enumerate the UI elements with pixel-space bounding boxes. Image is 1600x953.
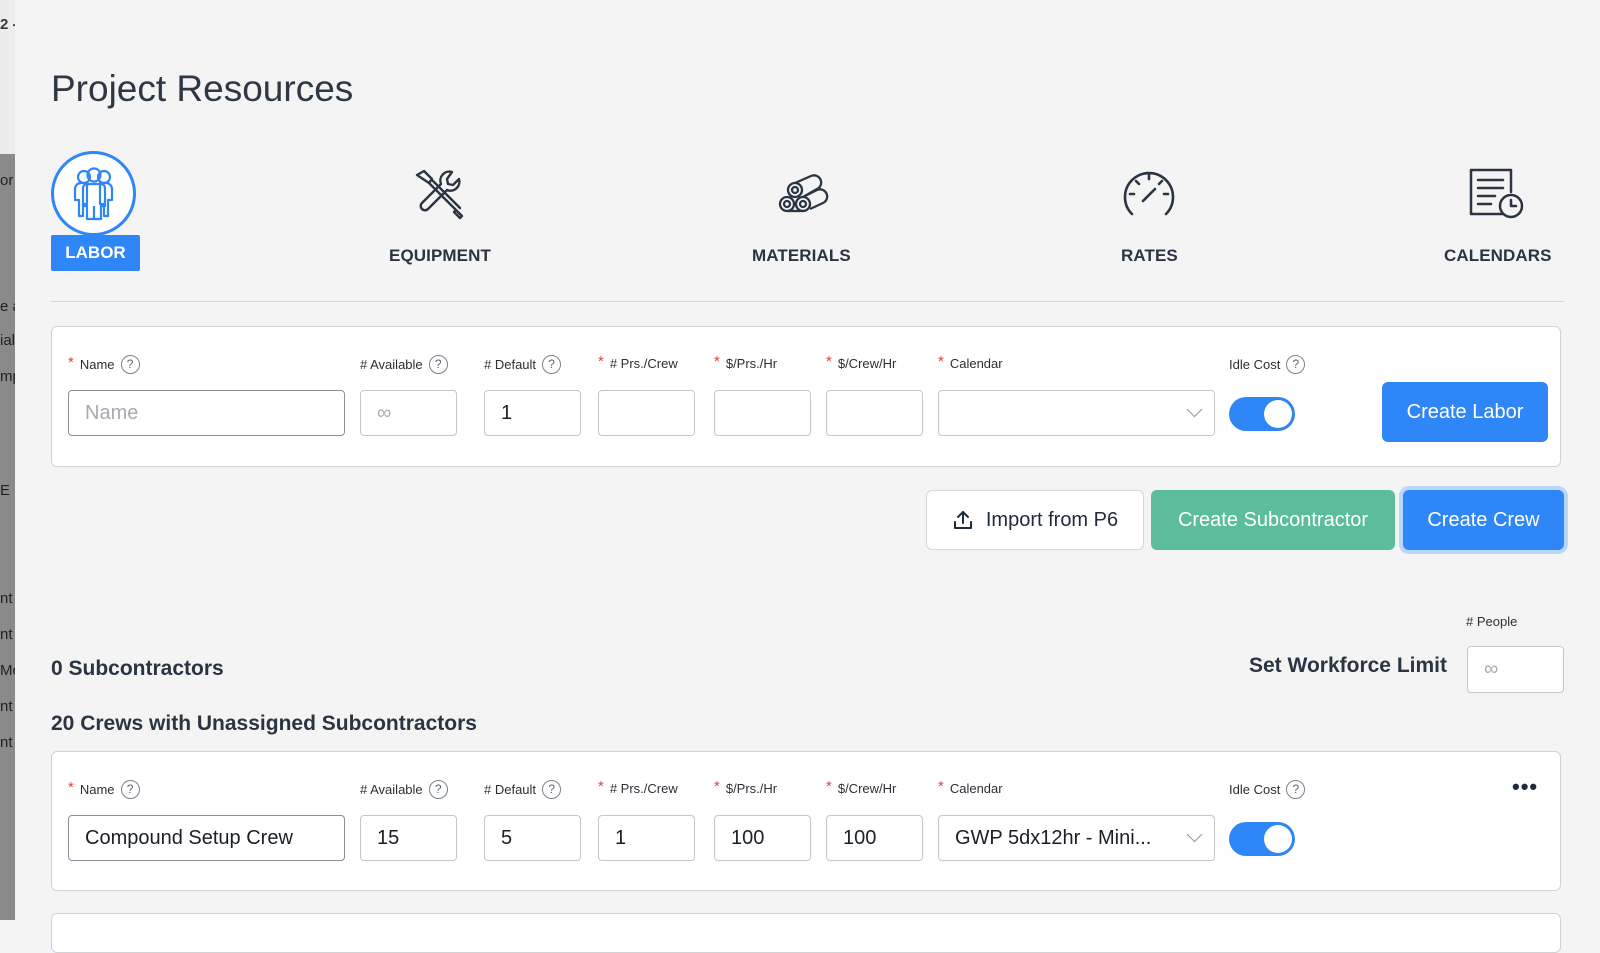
available-input[interactable]: 15	[360, 815, 457, 861]
help-icon[interactable]: ?	[120, 355, 140, 374]
prs-hr-input[interactable]: 100	[714, 815, 811, 861]
idle-cost-label: Idle Cost?	[1229, 780, 1306, 799]
help-icon[interactable]: ?	[428, 355, 448, 374]
crew-row	[51, 913, 1561, 953]
subcontractors-heading: 0 Subcontractors	[51, 657, 224, 680]
create-subcontractor-button[interactable]: Create Subcontractor	[1151, 490, 1395, 550]
background-text-fragment: nt	[0, 734, 13, 751]
available-input[interactable]: ∞	[360, 390, 457, 436]
import-p6-label: Import from P6	[985, 508, 1119, 531]
help-icon[interactable]: ?	[1286, 780, 1306, 799]
available-label: # Available?	[360, 780, 448, 799]
workforce-limit-input[interactable]: ∞	[1467, 646, 1564, 693]
crew-hr-input[interactable]	[826, 390, 923, 436]
default-input[interactable]: 5	[484, 815, 581, 861]
prs-crew-input[interactable]: 1	[598, 815, 695, 861]
background-text-fragment: or	[0, 172, 14, 189]
name-label: * Name?	[68, 354, 140, 374]
create-crew-button[interactable]: Create Crew	[1403, 490, 1564, 550]
help-icon[interactable]: ?	[542, 355, 562, 374]
crew-hr-label: * $/Crew/Hr	[826, 778, 897, 796]
background-text-fragment: e a	[0, 298, 15, 315]
prs-crew-input[interactable]	[598, 390, 695, 436]
chevron-down-icon	[1186, 826, 1203, 843]
background-text-fragment: 2 -	[0, 16, 15, 33]
document-clock-icon	[1469, 168, 1524, 219]
tab-calendars-label: CALENDARS	[1444, 246, 1552, 265]
speedometer-icon	[1123, 171, 1175, 216]
unassigned-crews-heading: 20 Crews with Unassigned Subcontractors	[51, 712, 477, 735]
default-label: # Default?	[484, 355, 562, 374]
materials-pipes-icon	[778, 174, 829, 213]
idle-cost-toggle[interactable]	[1229, 397, 1295, 431]
tab-labor-label: LABOR	[51, 235, 140, 271]
tabs-divider	[51, 301, 1564, 302]
more-options-icon[interactable]: •••	[1512, 774, 1538, 800]
tab-materials-label: MATERIALS	[752, 246, 851, 265]
default-input[interactable]: 1	[484, 390, 581, 436]
calendar-label: * Calendar	[938, 353, 1003, 371]
tools-icon	[415, 169, 464, 220]
background-text-fragment: nt	[0, 698, 13, 715]
help-icon[interactable]: ?	[542, 780, 562, 799]
new-labor-form: * Name? # Available? # Default? * # Prs./C…	[51, 326, 1561, 467]
people-group-icon	[51, 151, 136, 236]
crew-hr-label: * $/Crew/Hr	[826, 353, 897, 371]
prs-hr-input[interactable]	[714, 390, 811, 436]
idle-cost-label: Idle Cost?	[1229, 355, 1306, 374]
chevron-down-icon	[1186, 401, 1203, 418]
prs-crew-label: * # Prs./Crew	[598, 778, 678, 796]
tab-equipment-label: EQUIPMENT	[389, 246, 491, 265]
background-panel-edge: 2 - or e a ial mp E nt nt Mc nt nt	[0, 0, 15, 920]
background-text-fragment: mp	[0, 368, 15, 385]
help-icon[interactable]: ?	[1286, 355, 1306, 374]
crew-hr-input[interactable]: 100	[826, 815, 923, 861]
labor-name-input[interactable]: Name	[68, 390, 345, 436]
prs-hr-label: * $/Prs./Hr	[714, 778, 778, 796]
calendar-select-value: GWP 5dx12hr - Mini...	[955, 826, 1152, 849]
calendar-label: * Calendar	[938, 778, 1003, 796]
background-text-fragment: ial	[0, 332, 15, 349]
background-text-fragment: nt	[0, 626, 13, 643]
prs-crew-label: * # Prs./Crew	[598, 353, 678, 371]
background-text-fragment: E	[0, 482, 11, 499]
help-icon[interactable]: ?	[120, 780, 140, 799]
upload-icon	[953, 511, 972, 529]
people-label: # People	[1466, 614, 1518, 629]
tab-rates-label: RATES	[1121, 246, 1178, 265]
name-label: * Name?	[68, 779, 140, 799]
crew-name-input[interactable]: Compound Setup Crew	[68, 815, 345, 861]
page-title: Project Resources	[51, 68, 354, 109]
calendar-select[interactable]	[938, 390, 1215, 436]
calendar-select[interactable]: GWP 5dx12hr - Mini...	[938, 815, 1215, 861]
set-workforce-limit-label: Set Workforce Limit	[1249, 654, 1447, 677]
import-p6-button[interactable]: Import from P6	[926, 490, 1144, 550]
idle-cost-toggle[interactable]	[1229, 822, 1295, 856]
prs-hr-label: * $/Prs./Hr	[714, 353, 778, 371]
default-label: # Default?	[484, 780, 562, 799]
available-label: # Available?	[360, 355, 448, 374]
background-text-fragment: nt	[0, 590, 13, 607]
create-labor-button[interactable]: Create Labor	[1382, 382, 1548, 442]
crew-row: * Name? # Available? # Default? * # Prs./C…	[51, 751, 1561, 891]
help-icon[interactable]: ?	[428, 780, 448, 799]
background-text-fragment: Mc	[0, 662, 15, 679]
